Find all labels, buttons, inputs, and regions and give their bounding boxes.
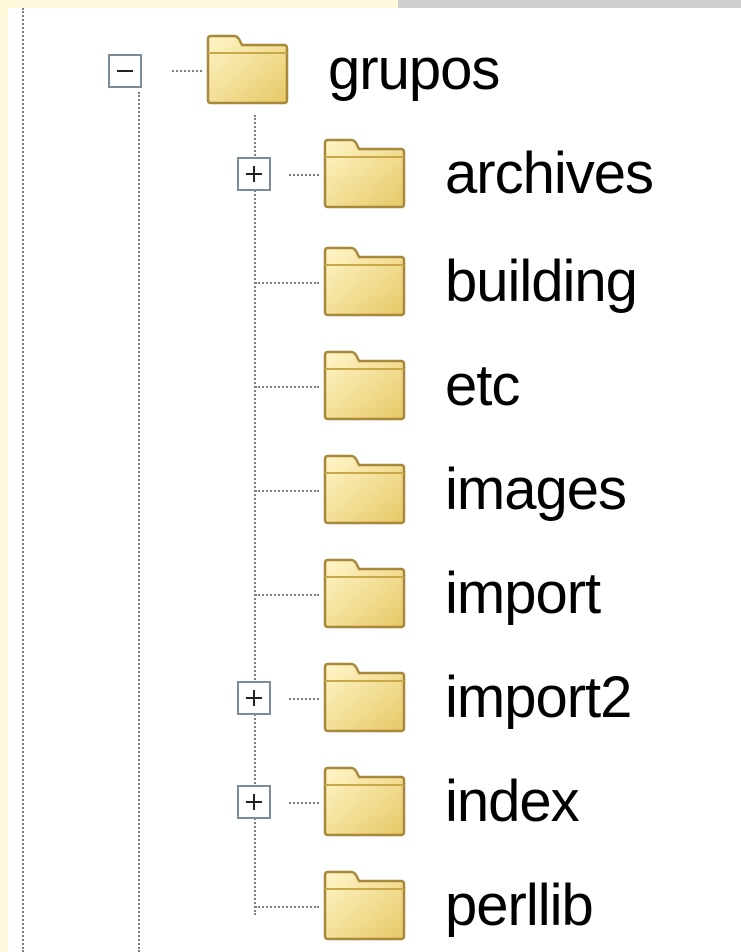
tree-node-index[interactable]: index xyxy=(321,759,741,845)
expand-button[interactable] xyxy=(237,681,271,715)
plus-icon-v xyxy=(253,166,255,182)
folder-icon xyxy=(321,661,407,733)
tree-node-root[interactable]: grupos xyxy=(204,27,604,113)
tree-node-label: perllib xyxy=(445,873,594,938)
folder-tree-view: { "tree": { "root": { "label": "grupos",… xyxy=(0,0,741,952)
tree-node-label: etc xyxy=(445,353,520,418)
folder-icon xyxy=(204,33,290,105)
tree-node-import2[interactable]: import2 xyxy=(321,655,741,741)
tree-node-import[interactable]: import xyxy=(321,551,741,637)
panel-top-edge xyxy=(0,0,398,8)
minus-icon xyxy=(117,70,133,72)
outer-tree-line-2 xyxy=(138,92,140,952)
child-connector xyxy=(255,490,319,492)
tree-node-label: index xyxy=(445,769,580,834)
folder-icon xyxy=(321,245,407,317)
tree-node-perllib[interactable]: perllib xyxy=(321,863,741,949)
child-connector xyxy=(289,174,319,176)
folder-icon xyxy=(321,869,407,941)
expand-button[interactable] xyxy=(237,157,271,191)
child-connector xyxy=(255,386,319,388)
tree-node-label: archives xyxy=(445,141,654,206)
child-connector xyxy=(255,906,319,908)
tree-node-label: building xyxy=(445,249,638,314)
root-connector xyxy=(172,70,202,72)
collapse-button[interactable] xyxy=(108,54,142,88)
folder-icon xyxy=(321,557,407,629)
tree-node-label: grupos xyxy=(328,37,500,102)
tree-node-building[interactable]: building xyxy=(321,239,741,325)
panel-top-gray-edge xyxy=(398,0,741,8)
plus-icon-v xyxy=(253,690,255,706)
tree-node-archives[interactable]: archives xyxy=(321,131,741,217)
folder-icon xyxy=(321,349,407,421)
child-connector xyxy=(289,802,319,804)
panel-left-edge xyxy=(0,0,8,952)
child-connector xyxy=(255,594,319,596)
child-connector xyxy=(289,698,319,700)
folder-icon xyxy=(321,765,407,837)
child-connector xyxy=(255,282,319,284)
folder-icon xyxy=(321,137,407,209)
plus-icon-v xyxy=(253,794,255,810)
folder-icon xyxy=(321,453,407,525)
expand-button[interactable] xyxy=(237,785,271,819)
tree-node-label: import2 xyxy=(445,665,632,730)
tree-node-label: import xyxy=(445,561,601,626)
tree-node-label: images xyxy=(445,457,627,522)
tree-node-images[interactable]: images xyxy=(321,447,741,533)
outer-tree-line xyxy=(22,8,24,952)
tree-node-etc[interactable]: etc xyxy=(321,343,741,429)
